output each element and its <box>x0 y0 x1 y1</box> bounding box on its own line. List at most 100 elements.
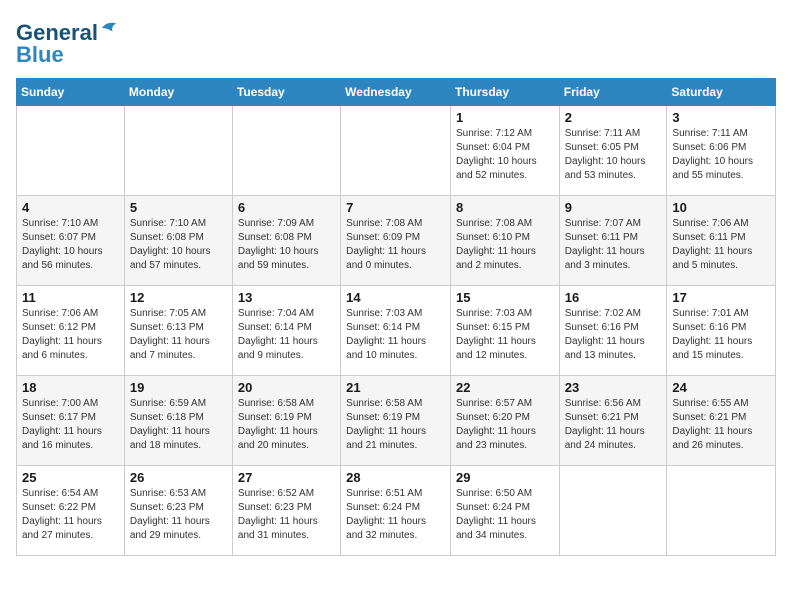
day-info: Sunrise: 6:55 AM Sunset: 6:21 PM Dayligh… <box>672 397 770 453</box>
calendar-cell: 26 Sunrise: 6:53 AM Sunset: 6:23 PM Dayli… <box>124 466 232 556</box>
calendar-cell <box>559 466 667 556</box>
calendar-cell: 24 Sunrise: 6:55 AM Sunset: 6:21 PM Dayli… <box>667 376 776 466</box>
calendar-cell: 23 Sunrise: 6:56 AM Sunset: 6:21 PM Dayli… <box>559 376 667 466</box>
calendar-cell <box>667 466 776 556</box>
week-row-4: 18 Sunrise: 7:00 AM Sunset: 6:17 PM Dayli… <box>17 376 776 466</box>
day-info: Sunrise: 7:08 AM Sunset: 6:10 PM Dayligh… <box>456 217 554 273</box>
day-info: Sunrise: 6:51 AM Sunset: 6:24 PM Dayligh… <box>346 487 445 543</box>
day-info: Sunrise: 7:10 AM Sunset: 6:07 PM Dayligh… <box>22 217 119 273</box>
day-number: 12 <box>130 290 227 305</box>
page-header: General Blue <box>16 16 776 68</box>
day-info: Sunrise: 7:04 AM Sunset: 6:14 PM Dayligh… <box>238 307 335 363</box>
day-info: Sunrise: 7:08 AM Sunset: 6:09 PM Dayligh… <box>346 217 445 273</box>
calendar-cell: 25 Sunrise: 6:54 AM Sunset: 6:22 PM Dayli… <box>17 466 125 556</box>
day-info: Sunrise: 7:09 AM Sunset: 6:08 PM Dayligh… <box>238 217 335 273</box>
calendar-cell: 4 Sunrise: 7:10 AM Sunset: 6:07 PM Daylig… <box>17 196 125 286</box>
day-info: Sunrise: 6:53 AM Sunset: 6:23 PM Dayligh… <box>130 487 227 543</box>
weekday-header-thursday: Thursday <box>450 79 559 106</box>
calendar-cell: 11 Sunrise: 7:06 AM Sunset: 6:12 PM Dayli… <box>17 286 125 376</box>
weekday-header-friday: Friday <box>559 79 667 106</box>
calendar-cell: 18 Sunrise: 7:00 AM Sunset: 6:17 PM Dayli… <box>17 376 125 466</box>
day-info: Sunrise: 6:50 AM Sunset: 6:24 PM Dayligh… <box>456 487 554 543</box>
day-number: 24 <box>672 380 770 395</box>
day-info: Sunrise: 6:58 AM Sunset: 6:19 PM Dayligh… <box>238 397 335 453</box>
calendar-cell: 14 Sunrise: 7:03 AM Sunset: 6:14 PM Dayli… <box>341 286 451 376</box>
calendar-cell <box>232 106 340 196</box>
day-info: Sunrise: 7:06 AM Sunset: 6:12 PM Dayligh… <box>22 307 119 363</box>
day-info: Sunrise: 7:10 AM Sunset: 6:08 PM Dayligh… <box>130 217 227 273</box>
day-info: Sunrise: 6:59 AM Sunset: 6:18 PM Dayligh… <box>130 397 227 453</box>
calendar-cell: 28 Sunrise: 6:51 AM Sunset: 6:24 PM Dayli… <box>341 466 451 556</box>
week-row-3: 11 Sunrise: 7:06 AM Sunset: 6:12 PM Dayli… <box>17 286 776 376</box>
weekday-header-sunday: Sunday <box>17 79 125 106</box>
calendar-cell: 5Sunrise: 7:10 AM Sunset: 6:08 PM Daylig… <box>124 196 232 286</box>
day-number: 14 <box>346 290 445 305</box>
day-info: Sunrise: 6:58 AM Sunset: 6:19 PM Dayligh… <box>346 397 445 453</box>
calendar-cell: 9Sunrise: 7:07 AM Sunset: 6:11 PM Daylig… <box>559 196 667 286</box>
day-number: 19 <box>130 380 227 395</box>
calendar-cell <box>124 106 232 196</box>
day-info: Sunrise: 6:54 AM Sunset: 6:22 PM Dayligh… <box>22 487 119 543</box>
calendar-cell: 1Sunrise: 7:12 AM Sunset: 6:04 PM Daylig… <box>450 106 559 196</box>
calendar-cell: 10Sunrise: 7:06 AM Sunset: 6:11 PM Dayli… <box>667 196 776 286</box>
day-number: 8 <box>456 200 554 215</box>
calendar-cell: 27Sunrise: 6:52 AM Sunset: 6:23 PM Dayli… <box>232 466 340 556</box>
day-info: Sunrise: 6:56 AM Sunset: 6:21 PM Dayligh… <box>565 397 662 453</box>
logo: General Blue <box>16 20 118 68</box>
week-row-2: 4 Sunrise: 7:10 AM Sunset: 6:07 PM Daylig… <box>17 196 776 286</box>
calendar-cell: 8 Sunrise: 7:08 AM Sunset: 6:10 PM Daylig… <box>450 196 559 286</box>
calendar-cell: 20 Sunrise: 6:58 AM Sunset: 6:19 PM Dayli… <box>232 376 340 466</box>
day-number: 13 <box>238 290 335 305</box>
calendar-cell <box>341 106 451 196</box>
day-info: Sunrise: 6:57 AM Sunset: 6:20 PM Dayligh… <box>456 397 554 453</box>
calendar-cell: 15Sunrise: 7:03 AM Sunset: 6:15 PM Dayli… <box>450 286 559 376</box>
day-info: Sunrise: 7:03 AM Sunset: 6:14 PM Dayligh… <box>346 307 445 363</box>
weekday-header-row: SundayMondayTuesdayWednesdayThursdayFrid… <box>17 79 776 106</box>
calendar-cell: 2Sunrise: 7:11 AM Sunset: 6:05 PM Daylig… <box>559 106 667 196</box>
calendar-cell: 12Sunrise: 7:05 AM Sunset: 6:13 PM Dayli… <box>124 286 232 376</box>
calendar-cell: 6 Sunrise: 7:09 AM Sunset: 6:08 PM Daylig… <box>232 196 340 286</box>
day-info: Sunrise: 7:06 AM Sunset: 6:11 PM Dayligh… <box>672 217 770 273</box>
day-info: Sunrise: 7:07 AM Sunset: 6:11 PM Dayligh… <box>565 217 662 273</box>
calendar-cell: 16 Sunrise: 7:02 AM Sunset: 6:16 PM Dayli… <box>559 286 667 376</box>
calendar-cell: 3 Sunrise: 7:11 AM Sunset: 6:06 PM Daylig… <box>667 106 776 196</box>
day-number: 17 <box>672 290 770 305</box>
day-number: 26 <box>130 470 227 485</box>
day-number: 20 <box>238 380 335 395</box>
day-number: 28 <box>346 470 445 485</box>
day-number: 4 <box>22 200 119 215</box>
day-number: 7 <box>346 200 445 215</box>
week-row-1: 1Sunrise: 7:12 AM Sunset: 6:04 PM Daylig… <box>17 106 776 196</box>
day-number: 22 <box>456 380 554 395</box>
logo-bird-icon <box>100 19 118 37</box>
day-number: 1 <box>456 110 554 125</box>
calendar-cell: 29 Sunrise: 6:50 AM Sunset: 6:24 PM Dayli… <box>450 466 559 556</box>
day-number: 3 <box>672 110 770 125</box>
week-row-5: 25 Sunrise: 6:54 AM Sunset: 6:22 PM Dayli… <box>17 466 776 556</box>
calendar-cell: 21 Sunrise: 6:58 AM Sunset: 6:19 PM Dayli… <box>341 376 451 466</box>
day-number: 29 <box>456 470 554 485</box>
calendar-cell: 19 Sunrise: 6:59 AM Sunset: 6:18 PM Dayli… <box>124 376 232 466</box>
calendar-cell: 17 Sunrise: 7:01 AM Sunset: 6:16 PM Dayli… <box>667 286 776 376</box>
day-info: Sunrise: 7:02 AM Sunset: 6:16 PM Dayligh… <box>565 307 662 363</box>
day-number: 2 <box>565 110 662 125</box>
day-number: 11 <box>22 290 119 305</box>
weekday-header-saturday: Saturday <box>667 79 776 106</box>
day-number: 15 <box>456 290 554 305</box>
weekday-header-wednesday: Wednesday <box>341 79 451 106</box>
day-info: Sunrise: 7:11 AM Sunset: 6:06 PM Dayligh… <box>672 127 770 183</box>
calendar-cell: 7 Sunrise: 7:08 AM Sunset: 6:09 PM Daylig… <box>341 196 451 286</box>
calendar-cell: 13 Sunrise: 7:04 AM Sunset: 6:14 PM Dayli… <box>232 286 340 376</box>
day-number: 23 <box>565 380 662 395</box>
weekday-header-monday: Monday <box>124 79 232 106</box>
calendar-table: SundayMondayTuesdayWednesdayThursdayFrid… <box>16 78 776 556</box>
day-number: 18 <box>22 380 119 395</box>
day-number: 6 <box>238 200 335 215</box>
day-number: 21 <box>346 380 445 395</box>
day-info: Sunrise: 7:01 AM Sunset: 6:16 PM Dayligh… <box>672 307 770 363</box>
weekday-header-tuesday: Tuesday <box>232 79 340 106</box>
day-number: 25 <box>22 470 119 485</box>
day-info: Sunrise: 7:00 AM Sunset: 6:17 PM Dayligh… <box>22 397 119 453</box>
day-info: Sunrise: 6:52 AM Sunset: 6:23 PM Dayligh… <box>238 487 335 543</box>
day-number: 16 <box>565 290 662 305</box>
